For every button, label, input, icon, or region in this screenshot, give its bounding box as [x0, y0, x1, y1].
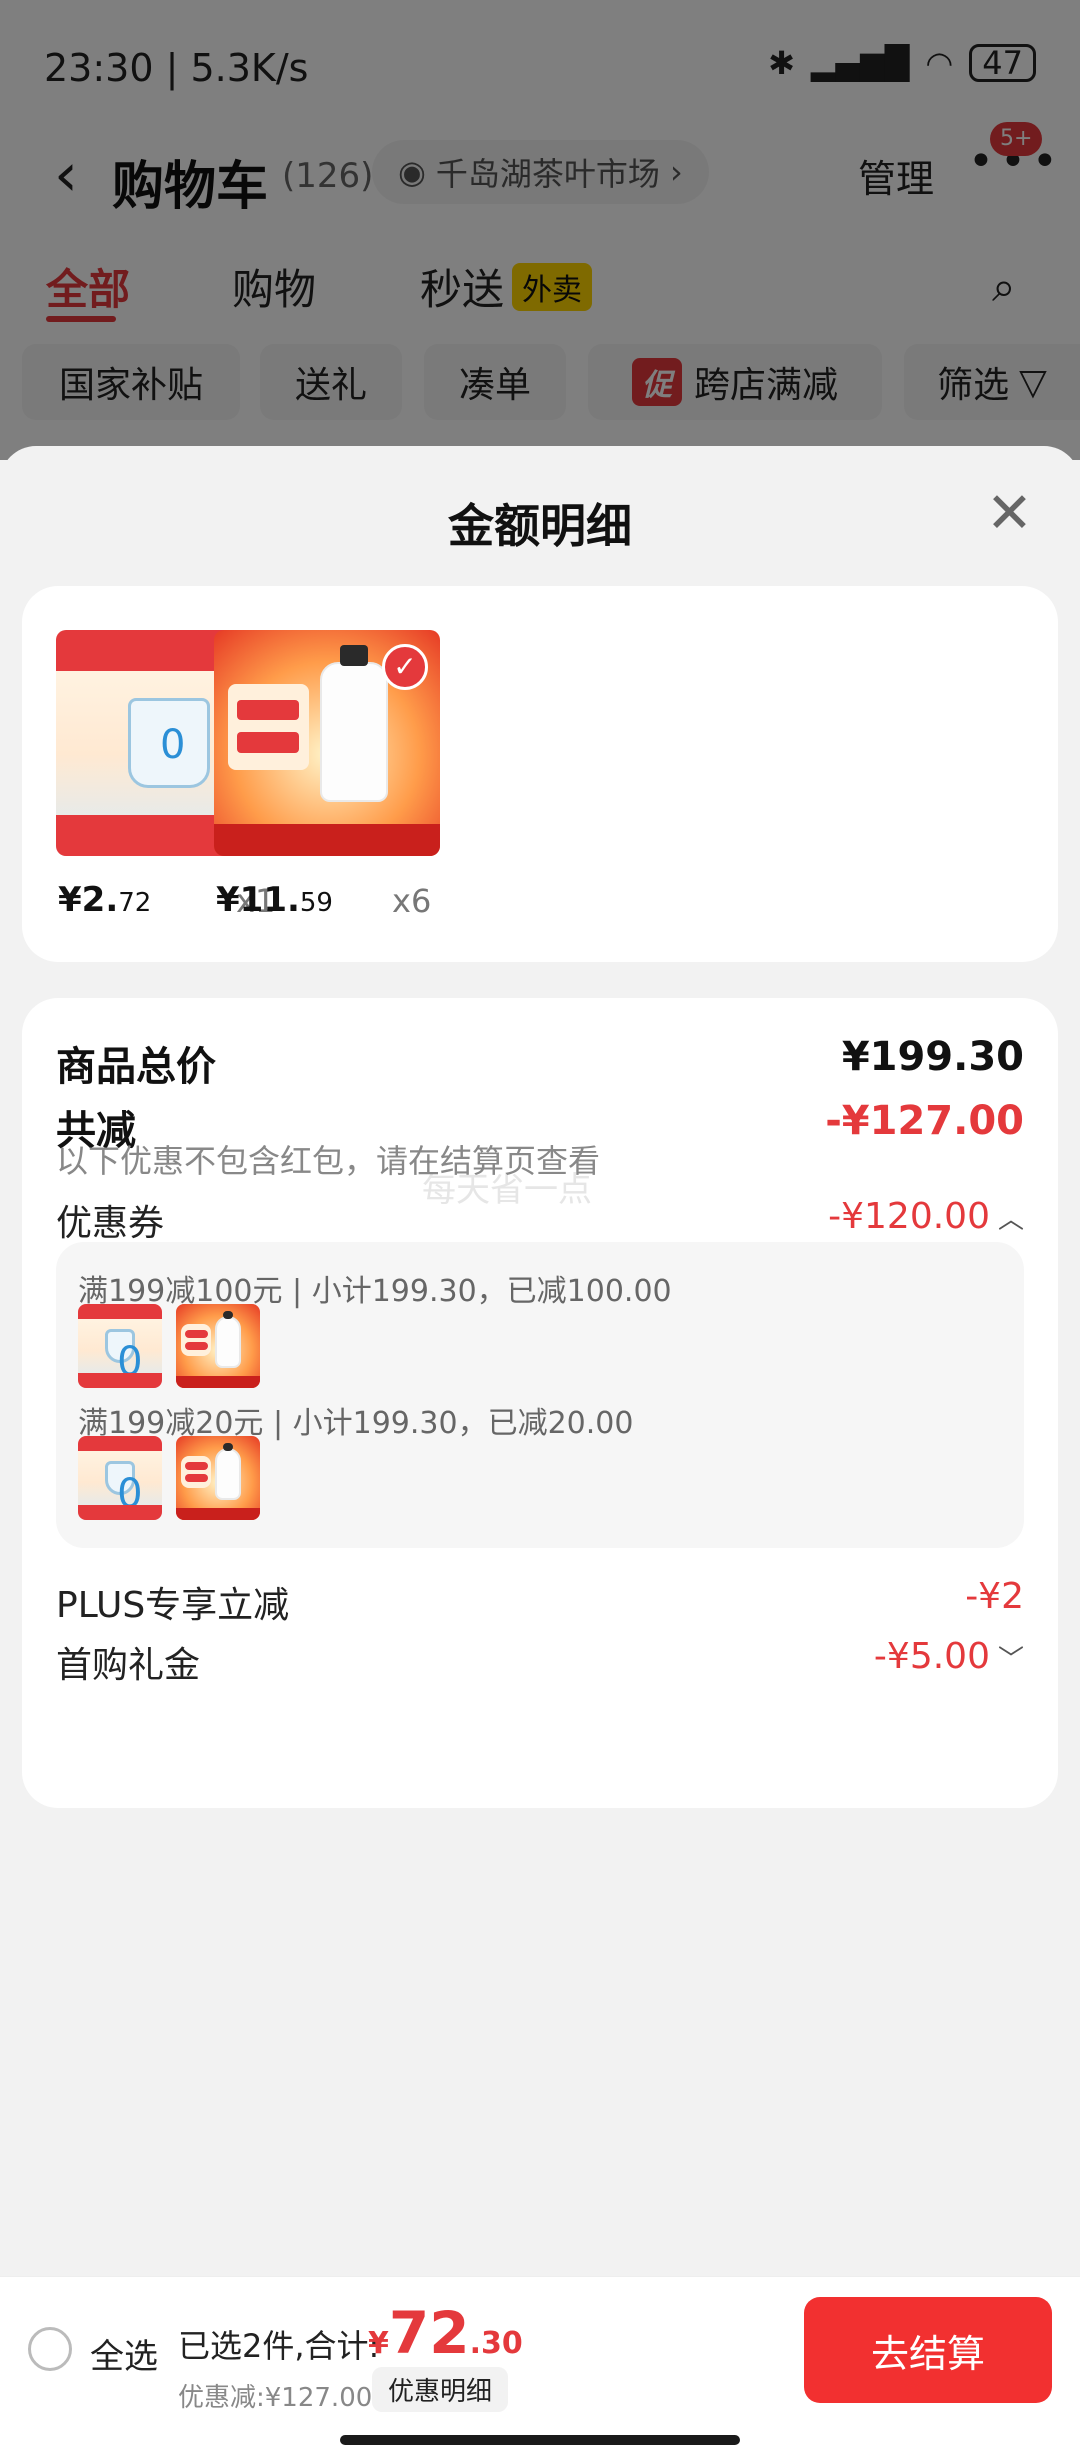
total-price-label: 商品总价	[56, 1044, 216, 1090]
coupon-product-thumbnail	[78, 1304, 162, 1388]
product-quantity: x6	[392, 882, 432, 920]
total-amount: ¥72.30	[368, 2299, 523, 2367]
select-all-radio[interactable]	[28, 2327, 72, 2371]
home-indicator	[340, 2435, 740, 2445]
price-integer: ¥2.	[58, 880, 119, 920]
amount-detail-sheet: 金额明细 ✕ ✓ ¥2.72 x1 ✓ ¥11.59 x6 商品总价 ¥199.…	[0, 446, 1080, 2276]
coupon-value: -¥120.00	[828, 1196, 990, 1237]
product-thumbnail-milk[interactable]: ✓	[214, 630, 440, 856]
select-all-label[interactable]: 全选	[90, 2329, 158, 2378]
total-price-value: ¥199.30	[841, 1034, 1024, 1080]
coupon-value-toggle[interactable]: -¥120.00 ︿	[828, 1196, 1024, 1237]
total-integer: 72	[388, 2299, 470, 2367]
coupon-product-thumbnail	[176, 1436, 260, 1520]
sheet-title: 金额明细	[448, 499, 632, 553]
milk-bottle-image	[320, 644, 389, 802]
checkout-button[interactable]: 去结算	[804, 2297, 1052, 2403]
total-reduce-value: -¥127.00	[825, 1098, 1024, 1144]
chevron-up-icon: ︿	[997, 1205, 1024, 1235]
price-integer: ¥11.	[216, 880, 300, 920]
plus-discount-value: -¥2	[965, 1576, 1024, 1617]
promo-label-image	[227, 684, 309, 771]
reduce-note: 以下优惠不包含红包，请在结算页查看	[56, 1142, 601, 1180]
discount-detail-button[interactable]: 优惠明细	[372, 2367, 509, 2412]
total-decimal: .30	[469, 2326, 523, 2361]
saved-amount: 优惠减:¥127.00	[178, 2383, 373, 2413]
product-price: ¥2.72	[58, 880, 151, 920]
price-summary-card: 商品总价 ¥199.30 共减 每天省一点 -¥127.00 以下优惠不包含红包…	[22, 998, 1058, 1808]
chevron-down-icon: ﹀	[997, 1645, 1024, 1675]
selected-check-icon: ✓	[382, 644, 428, 690]
dim-overlay[interactable]	[0, 0, 1080, 460]
coupon-product-thumbnail	[78, 1436, 162, 1520]
price-decimal: 59	[299, 888, 333, 918]
price-decimal: 72	[118, 888, 152, 918]
coupon-product-thumbnail	[176, 1304, 260, 1388]
coupon-line: 满199减100元 | 小计199.30，已减100.00	[78, 1274, 672, 1309]
coupon-label: 优惠券	[56, 1203, 165, 1244]
checkout-bar: 全选 已选2件,合计: ¥72.30 优惠减:¥127.00 优惠明细 去结算	[0, 2276, 1080, 2460]
plus-discount-label: PLUS专享立减	[56, 1585, 290, 1626]
first-purchase-gift-label: 首购礼金	[56, 1645, 201, 1686]
product-price: ¥11.59	[216, 880, 333, 920]
first-purchase-gift-value: -¥5.00	[873, 1636, 990, 1677]
selected-products-card: ✓ ¥2.72 x1 ✓ ¥11.59 x6	[22, 586, 1058, 962]
first-purchase-gift-toggle[interactable]: -¥5.00 ﹀	[874, 1636, 1024, 1677]
yogurt-cup-image	[128, 697, 210, 789]
selected-summary: 已选2件,合计:	[178, 2327, 380, 2365]
total-yen: ¥	[368, 2326, 389, 2361]
price-banner	[214, 824, 440, 856]
close-icon[interactable]: ✕	[986, 486, 1033, 542]
coupon-detail-box: 满199减100元 | 小计199.30，已减100.00 满199减20元 |…	[56, 1242, 1024, 1548]
